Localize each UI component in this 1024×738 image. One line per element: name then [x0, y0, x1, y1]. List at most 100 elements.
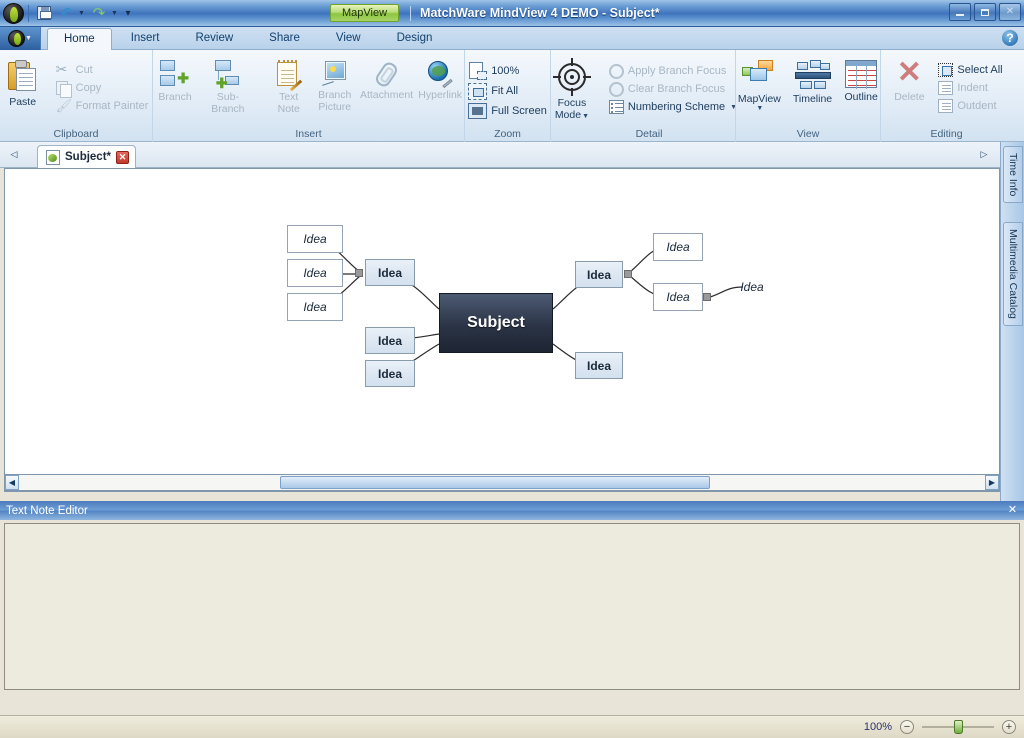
outline-label: Outline: [844, 91, 878, 103]
close-icon: ✕: [1005, 6, 1015, 17]
scroll-right-button[interactable]: ▶: [985, 475, 999, 490]
mindmap-node-branch[interactable]: Idea: [575, 352, 623, 379]
timeline-label: Timeline: [792, 93, 833, 105]
timeline-button[interactable]: Timeline: [787, 57, 838, 105]
timeline-icon: [794, 60, 831, 90]
outline-button[interactable]: Outline: [838, 57, 884, 103]
mapview-chip[interactable]: MapView: [330, 4, 400, 22]
title-bar: ↷ ▼ ↷ ▼ ▾ MapView MatchWare MindView 4 D…: [0, 0, 1024, 27]
chevron-down-icon: ▼: [78, 9, 85, 17]
mindmap-node-branch[interactable]: Idea: [575, 261, 623, 288]
mindmap-node-sub[interactable]: Idea: [287, 225, 343, 253]
document-tab-subject[interactable]: Subject* ✕: [37, 145, 137, 168]
text-note-editor-close-button[interactable]: ✕: [1006, 504, 1019, 517]
numbering-scheme-button[interactable]: Numbering Scheme ▼: [605, 99, 741, 116]
format-painter-button[interactable]: 🖌 Format Painter: [52, 98, 153, 115]
mindmap-node-branch[interactable]: Idea: [365, 327, 415, 354]
collapse-toggle[interactable]: [624, 270, 632, 278]
scroll-left-button[interactable]: ◀: [5, 475, 19, 490]
delete-x-icon: ✕: [896, 56, 922, 89]
tab-design[interactable]: Design: [380, 27, 450, 50]
close-document-button[interactable]: ✕: [116, 150, 130, 164]
paste-button[interactable]: Paste: [0, 53, 46, 108]
mindmap-central-node[interactable]: Subject: [439, 293, 553, 353]
insert-text-note-button[interactable]: Text Note: [266, 57, 312, 115]
tab-review[interactable]: Review: [178, 27, 250, 50]
redo-dropdown[interactable]: ▼: [110, 3, 121, 24]
mindmap-node-sub[interactable]: Idea: [653, 233, 703, 261]
doc-tab-next-button[interactable]: ▷: [976, 146, 992, 162]
indent-button[interactable]: Indent: [934, 80, 1006, 97]
application-menu-button[interactable]: ▼: [0, 27, 41, 50]
zoom-out-button[interactable]: −: [900, 720, 914, 734]
restore-button[interactable]: [974, 3, 996, 21]
tab-home[interactable]: Home: [47, 28, 112, 51]
insert-hyperlink-button[interactable]: Hyperlink: [415, 57, 465, 101]
apply-branch-focus-button[interactable]: Apply Branch Focus: [605, 63, 741, 80]
tab-share[interactable]: Share: [252, 27, 317, 50]
hyperlink-globe-icon: [427, 60, 453, 89]
undo-dropdown[interactable]: ▼: [77, 3, 88, 24]
text-note-editor-title-bar: Text Note Editor ✕: [0, 501, 1024, 520]
doc-tab-prev-button[interactable]: ◁: [6, 146, 22, 162]
group-label-clipboard: Clipboard: [53, 127, 99, 140]
mindmap-node-sub[interactable]: Idea: [287, 293, 343, 321]
mapview-button[interactable]: MapView ▼: [732, 57, 787, 113]
numbering-scheme-label: Numbering Scheme: [627, 101, 726, 113]
redo-button[interactable]: ↷: [88, 3, 110, 24]
customize-qat-button[interactable]: ▾: [121, 3, 134, 24]
tab-view[interactable]: View: [319, 27, 378, 50]
mindmap-node-sub[interactable]: Idea: [287, 259, 343, 287]
delete-button[interactable]: ✕ Delete: [886, 56, 932, 104]
collapse-toggle[interactable]: [355, 269, 363, 277]
text-note-editor-panel: Text Note Editor ✕ ◁: [0, 501, 1024, 713]
right-side-panel-tabs: Time Info Multimedia Catalog: [1000, 142, 1024, 523]
format-painter-label: Format Painter: [75, 100, 149, 113]
select-all-button[interactable]: Select All: [934, 62, 1006, 79]
outdent-button[interactable]: Outdent: [934, 98, 1006, 115]
clear-branch-focus-button[interactable]: Clear Branch Focus: [605, 81, 741, 98]
save-button[interactable]: [33, 3, 55, 24]
outline-icon: [845, 60, 878, 89]
insert-branch-picture-button[interactable]: Branch Picture: [312, 57, 358, 113]
zoom-in-button[interactable]: +: [1002, 720, 1016, 734]
sidebar-tab-time-info[interactable]: Time Info: [1003, 146, 1023, 204]
fit-all-label: Fit All: [491, 85, 519, 98]
attachment-label: Attachment: [359, 89, 414, 101]
help-button[interactable]: ?: [1001, 29, 1019, 47]
insert-sub-branch-button[interactable]: ✚ Sub-Branch: [198, 57, 258, 115]
mindmap-node-branch[interactable]: Idea: [365, 259, 415, 286]
app-icon[interactable]: [3, 2, 24, 24]
undo-button[interactable]: ↷: [55, 3, 77, 24]
ribbon-group-detail: Focus Mode▼ Apply Branch Focus Clear Bra…: [550, 50, 737, 142]
undo-icon: ↷: [59, 4, 73, 22]
mindmap-node-branch[interactable]: Idea: [365, 360, 415, 387]
mindmap-node-sub[interactable]: Idea: [653, 283, 703, 311]
sidebar-tab-multimedia-catalog[interactable]: Multimedia Catalog: [1003, 222, 1023, 326]
canvas-horizontal-scrollbar[interactable]: ◀ ▶: [4, 474, 1000, 491]
text-note-editor-textarea[interactable]: [4, 523, 1020, 690]
minimize-button[interactable]: [949, 3, 971, 21]
zoom-slider[interactable]: [922, 720, 994, 734]
zoom-level-label: 100%: [863, 721, 892, 733]
branch-icon: ✚: [160, 60, 190, 88]
zoom-100-button[interactable]: 100%: [464, 61, 551, 81]
full-screen-button[interactable]: Full Screen: [464, 102, 551, 120]
horizontal-scroll-thumb[interactable]: [280, 476, 710, 489]
ribbon-tabs: Home Insert Review Share View Design: [47, 27, 451, 51]
collapse-toggle[interactable]: [703, 293, 711, 301]
zoom-slider-handle[interactable]: [954, 720, 963, 734]
insert-attachment-button[interactable]: Attachment: [358, 57, 416, 101]
focus-mode-button[interactable]: Focus Mode▼: [545, 57, 599, 121]
document-tab-label: Subject*: [65, 151, 112, 163]
fit-all-button[interactable]: Fit All: [464, 82, 551, 101]
ribbon-group-insert: ✚ Branch ✚ Sub-Branch Text Note Branch P…: [152, 50, 464, 142]
tab-insert[interactable]: Insert: [114, 27, 177, 50]
insert-branch-button[interactable]: ✚ Branch: [152, 57, 198, 103]
branch-label: Branch: [158, 91, 192, 103]
copy-button[interactable]: Copy: [52, 80, 153, 98]
mindmap-node-plain[interactable]: Idea: [730, 277, 774, 297]
mindmap-canvas[interactable]: Idea Idea Idea Idea Idea Idea Subject Id…: [4, 168, 1000, 492]
close-button[interactable]: ✕: [999, 3, 1021, 21]
cut-button[interactable]: ✂ Cut: [52, 61, 153, 79]
